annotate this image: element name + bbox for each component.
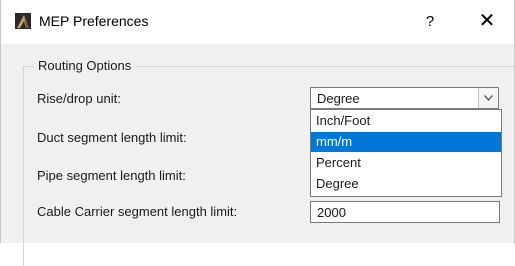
select-value: Degree [317,91,360,106]
title-bar[interactable]: MEP Preferences ? ✕ [1,0,514,44]
cable-carrier-length-input[interactable]: 2000 [310,201,500,223]
dialog-content: Routing Options Rise/drop unit: Degree I… [1,44,515,266]
help-button[interactable]: ? [412,8,448,36]
pipe-segment-length-label: Pipe segment length limit: [37,168,186,183]
option-percent[interactable]: Percent [311,153,501,173]
archicad-icon [15,13,31,29]
window-title: MEP Preferences [39,13,149,29]
mep-preferences-dialog: MEP Preferences ? ✕ Routing Options Rise… [0,0,515,266]
cable-carrier-segment-length-label: Cable Carrier segment length limit: [37,204,238,219]
option-mm-m[interactable]: mm/m [311,132,501,152]
close-button[interactable]: ✕ [467,6,507,36]
rise-drop-unit-options: Inch/Foot mm/m Percent Degree [310,109,502,197]
rise-drop-unit-select[interactable]: Degree [310,87,499,109]
option-inch-foot[interactable]: Inch/Foot [311,111,501,131]
option-degree[interactable]: Degree [311,174,501,194]
rise-drop-unit-label: Rise/drop unit: [37,91,121,106]
group-title: Routing Options [34,58,136,73]
duct-segment-length-label: Duct segment length limit: [37,130,187,145]
dropdown-toggle[interactable] [478,88,498,108]
chevron-down-icon [484,95,493,101]
